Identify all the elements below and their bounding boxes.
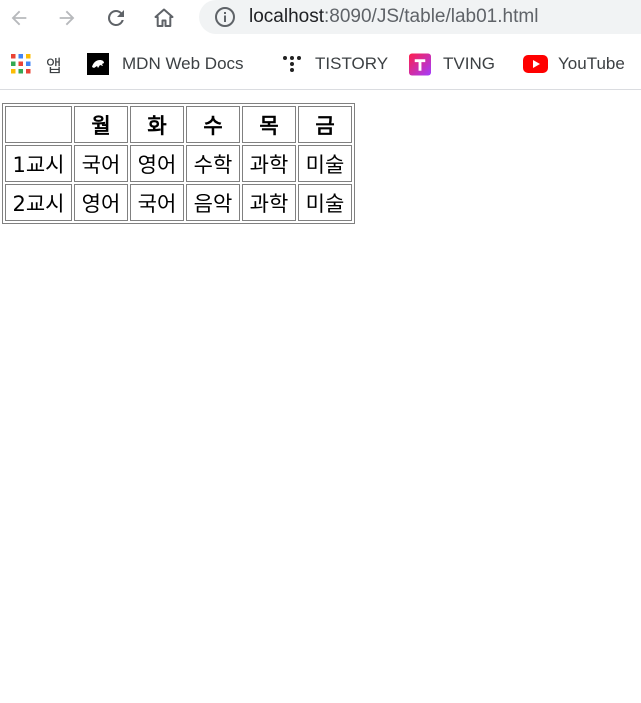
bookmark-youtube[interactable]: YouTube	[523, 52, 625, 76]
back-button[interactable]	[4, 3, 34, 33]
header-corner-cell	[5, 106, 72, 143]
bookmark-apps[interactable]: 앱	[10, 52, 62, 76]
tistory-icon	[281, 53, 303, 75]
mdn-icon	[87, 53, 109, 75]
home-button[interactable]	[149, 3, 179, 33]
arrow-left-icon	[11, 10, 27, 26]
apps-grid-icon	[10, 53, 32, 75]
home-icon	[154, 8, 174, 27]
subject-cell: 영어	[74, 184, 128, 221]
header-cell-wed: 수	[186, 106, 240, 143]
bookmark-tving[interactable]: TVING	[409, 52, 495, 76]
info-icon[interactable]	[213, 5, 237, 29]
bookmark-label: MDN Web Docs	[122, 54, 244, 73]
timetable: 월 화 수 목 금 1교시 국어 영어 수학 과학 미술 2교시 영어 국어 음…	[2, 103, 355, 224]
bookmark-label: 앱	[46, 56, 62, 76]
tving-icon	[409, 53, 431, 75]
subject-cell: 음악	[186, 184, 240, 221]
url-host: localhost	[249, 6, 324, 27]
url-path: :8090/JS/table/lab01.html	[324, 6, 539, 27]
subject-cell: 국어	[130, 184, 184, 221]
url-text[interactable]: localhost:8090/JS/table/lab01.html	[249, 5, 538, 29]
period-cell: 2교시	[5, 184, 72, 221]
subject-cell: 수학	[186, 145, 240, 182]
bookmark-label: YouTube	[558, 54, 625, 73]
header-cell-mon: 월	[74, 106, 128, 143]
bookmarks-bar: 앱 MDN Web Docs TISTORY TVING YouTube	[0, 42, 641, 90]
table-row: 1교시 국어 영어 수학 과학 미술	[5, 145, 352, 182]
bookmark-mdn[interactable]: MDN Web Docs	[87, 52, 244, 76]
header-cell-tue: 화	[130, 106, 184, 143]
page-content: 월 화 수 목 금 1교시 국어 영어 수학 과학 미술 2교시 영어 국어 음…	[2, 103, 355, 224]
youtube-icon	[523, 53, 548, 75]
table-header-row: 월 화 수 목 금	[5, 106, 352, 143]
address-bar[interactable]: localhost:8090/JS/table/lab01.html	[199, 0, 641, 34]
reload-icon	[108, 10, 124, 26]
subject-cell: 과학	[242, 184, 296, 221]
subject-cell: 미술	[298, 184, 352, 221]
subject-cell: 미술	[298, 145, 352, 182]
reload-button[interactable]	[101, 3, 131, 33]
arrow-right-icon	[59, 10, 75, 26]
browser-toolbar: localhost:8090/JS/table/lab01.html	[0, 0, 641, 42]
subject-cell: 과학	[242, 145, 296, 182]
bookmark-label: TVING	[443, 54, 495, 73]
subject-cell: 국어	[74, 145, 128, 182]
bookmark-tistory[interactable]: TISTORY	[281, 52, 388, 76]
bookmark-label: TISTORY	[315, 54, 389, 73]
header-cell-fri: 금	[298, 106, 352, 143]
period-cell: 1교시	[5, 145, 72, 182]
table-row: 2교시 영어 국어 음악 과학 미술	[5, 184, 352, 221]
forward-button[interactable]	[52, 3, 82, 33]
header-cell-thu: 목	[242, 106, 296, 143]
subject-cell: 영어	[130, 145, 184, 182]
